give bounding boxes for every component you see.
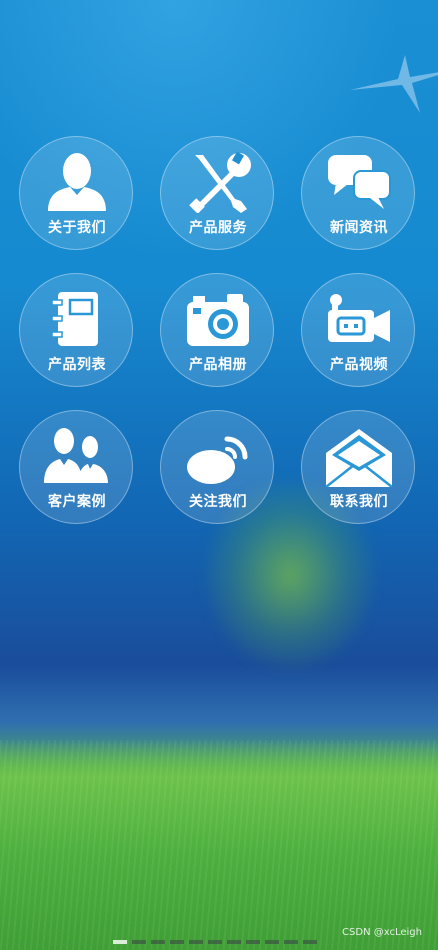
menu-item-customer-cases[interactable]: 客户案例 <box>19 410 133 524</box>
envelope-icon <box>325 429 393 487</box>
page-dot[interactable] <box>170 940 184 944</box>
video-camera-icon <box>328 294 390 342</box>
menu-item-product-service[interactable]: 产品服务 <box>160 136 274 250</box>
watermark-text: CSDN @xcLeigh <box>342 927 422 938</box>
page-indicator <box>113 940 323 946</box>
menu-item-about-us[interactable]: 关于我们 <box>19 136 133 250</box>
page-dot[interactable] <box>246 940 260 944</box>
menu-item-contact-us[interactable]: 联系我们 <box>301 410 415 524</box>
menu-item-label: 关注我们 <box>189 494 247 510</box>
page-dot[interactable] <box>303 940 317 944</box>
notebook-icon <box>51 292 98 346</box>
page-dot[interactable] <box>189 940 203 944</box>
menu-item-follow-us[interactable]: 关注我们 <box>160 410 274 524</box>
page-dot[interactable] <box>113 940 127 944</box>
page-dot[interactable] <box>151 940 165 944</box>
menu-item-label: 产品相册 <box>189 357 247 373</box>
menu-item-label: 新闻资讯 <box>330 220 388 236</box>
page-dot[interactable] <box>284 940 298 944</box>
page-dot[interactable] <box>132 940 146 944</box>
group-icon <box>44 428 108 483</box>
menu-item-label: 产品列表 <box>48 357 106 373</box>
person-icon <box>48 153 106 211</box>
menu-item-label: 产品服务 <box>189 220 247 236</box>
menu-item-label: 联系我们 <box>330 494 388 510</box>
page-dot[interactable] <box>265 940 279 944</box>
menu-item-product-video[interactable]: 产品视频 <box>301 273 415 387</box>
menu-item-news[interactable]: 新闻资讯 <box>301 136 415 250</box>
menu-item-label: 产品视频 <box>330 357 388 373</box>
page-dot[interactable] <box>227 940 241 944</box>
camera-icon <box>187 294 249 346</box>
menu-item-product-list[interactable]: 产品列表 <box>19 273 133 387</box>
sparkle-icon <box>350 55 438 113</box>
menu-item-label: 关于我们 <box>48 220 106 236</box>
page-dot[interactable] <box>208 940 222 944</box>
menu-item-label: 客户案例 <box>48 494 106 510</box>
menu-item-product-album[interactable]: 产品相册 <box>160 273 274 387</box>
grass-background <box>0 740 438 950</box>
tools-icon <box>189 151 251 213</box>
chat-bubbles-icon <box>328 155 391 209</box>
weibo-icon <box>187 436 248 484</box>
